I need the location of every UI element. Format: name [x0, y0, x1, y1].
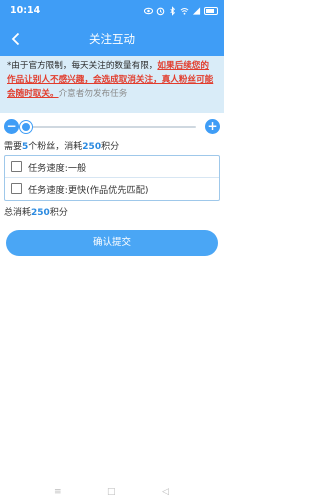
checkbox-faster-speed[interactable] [11, 183, 22, 194]
total-points: 250 [31, 208, 50, 218]
status-bar: 10:14 [0, 0, 224, 24]
slider-thumb[interactable] [20, 121, 32, 133]
checkbox-normal-speed[interactable] [11, 161, 22, 172]
notice-text: *由于官方限制，每天关注的数量有限， [7, 61, 158, 71]
status-time: 10:14 [10, 5, 41, 16]
increase-button[interactable]: + [205, 119, 220, 134]
signal-icon [192, 7, 201, 15]
home-button[interactable]: □ [107, 487, 116, 497]
decrease-button[interactable]: − [4, 119, 19, 134]
wifi-icon [180, 8, 189, 15]
battery-icon [204, 7, 218, 15]
status-icons [144, 6, 218, 16]
page-title: 关注互动 [89, 32, 135, 46]
total-suffix: 积分 [49, 208, 68, 218]
requirement-mid: 个粉丝，消耗 [28, 142, 83, 152]
nav-back-button[interactable]: ◁ [162, 487, 169, 497]
submit-button[interactable]: 确认提交 [6, 230, 218, 256]
total-cost: 总消耗250积分 [4, 205, 68, 218]
requirement-prefix: 需要 [4, 142, 23, 152]
speed-options: 任务速度:一般 任务速度:更快(作品优先匹配) [4, 155, 220, 201]
requirement-suffix: 积分 [101, 142, 120, 152]
menu-button[interactable]: ≡ [54, 487, 62, 497]
slider-track[interactable] [20, 121, 196, 133]
option-label: 任务速度:一般 [28, 163, 87, 174]
total-prefix: 总消耗 [4, 208, 32, 218]
fans-count-slider: − + [4, 119, 220, 135]
eye-icon [144, 7, 153, 15]
system-nav-bar: ≡ □ ◁ [0, 484, 224, 500]
option-normal-speed[interactable]: 任务速度:一般 [5, 156, 219, 178]
alarm-icon [156, 7, 165, 16]
title-bar: 关注互动 [0, 24, 224, 56]
option-faster-speed[interactable]: 任务速度:更快(作品优先匹配) [5, 178, 219, 200]
notice-banner: *由于官方限制，每天关注的数量有限，如果后续您的作品让别人不感兴趣，会选成取消关… [0, 56, 224, 113]
requirement-text: 需要5个粉丝，消耗250积分 [4, 139, 119, 152]
bluetooth-icon [170, 6, 176, 16]
notice-footer: 介意者勿发布任务 [58, 89, 128, 99]
option-label: 任务速度:更快(作品优先匹配) [28, 185, 149, 196]
cost-points: 250 [82, 142, 102, 152]
